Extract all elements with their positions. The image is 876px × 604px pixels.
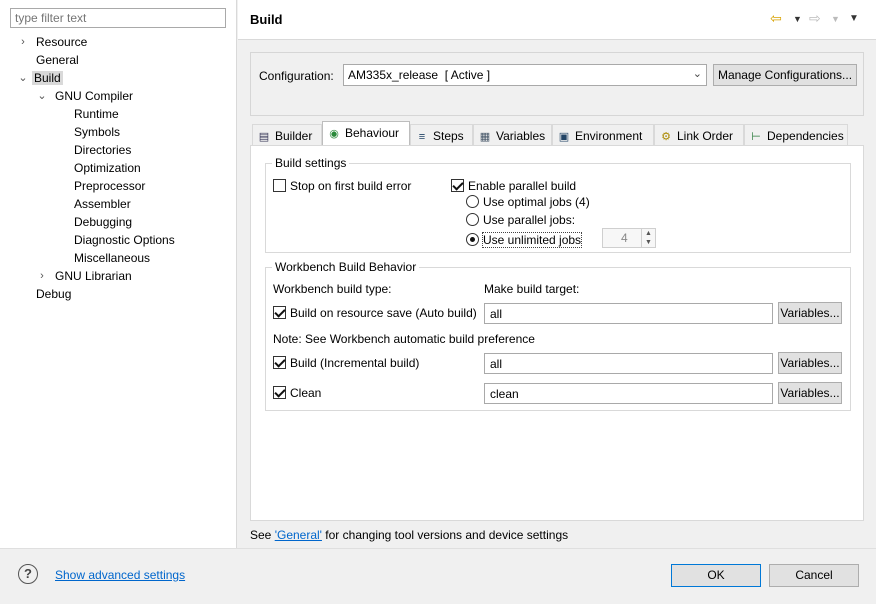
configuration-panel: Configuration: AM335x_release [ Active ]… bbox=[250, 52, 864, 116]
checkbox-checked-icon bbox=[273, 356, 286, 369]
back-arrow-icon[interactable]: ⇦ bbox=[770, 10, 782, 27]
filter-input[interactable] bbox=[10, 8, 226, 28]
tab-builder[interactable]: ▤ Builder bbox=[252, 124, 322, 146]
auto-build-checkbox[interactable]: Build on resource save (Auto build) bbox=[273, 305, 477, 321]
tree-item-optimization[interactable]: Optimization bbox=[72, 159, 143, 177]
parallel-jobs-value: 4 bbox=[621, 231, 628, 245]
auto-build-variables-button[interactable]: Variables... bbox=[778, 302, 842, 324]
use-parallel-jobs-radio[interactable]: Use parallel jobs: bbox=[466, 212, 575, 228]
clean-checkbox[interactable]: Clean bbox=[273, 385, 321, 401]
show-advanced-settings-link[interactable]: Show advanced settings bbox=[55, 568, 185, 582]
tree-item-preprocessor[interactable]: Preprocessor bbox=[72, 177, 147, 195]
page-title: Build bbox=[250, 12, 283, 27]
workbench-build-behavior-title: Workbench Build Behavior bbox=[272, 260, 420, 274]
tree-item-resource[interactable]: › Resource bbox=[21, 33, 89, 51]
help-icon[interactable]: ? bbox=[18, 564, 38, 584]
checkbox-checked-icon bbox=[273, 306, 286, 319]
tree-item-build[interactable]: ⌄ Build bbox=[18, 69, 63, 87]
clean-target-input[interactable]: clean bbox=[484, 383, 773, 404]
use-unlimited-jobs-radio[interactable]: Use unlimited jobs bbox=[466, 232, 583, 248]
radio-checked-icon bbox=[466, 233, 479, 246]
tab-behaviour[interactable]: ◉ Behaviour bbox=[322, 121, 410, 146]
tree-item-gnu-librarian[interactable]: › GNU Librarian bbox=[40, 267, 134, 285]
general-settings-link[interactable]: 'General' bbox=[275, 528, 322, 542]
tree-item-debugging[interactable]: Debugging bbox=[72, 213, 134, 231]
tab-steps[interactable]: ≡ Steps bbox=[410, 124, 473, 146]
enable-parallel-build-checkbox[interactable]: Enable parallel build bbox=[451, 178, 576, 194]
radio-unchecked-icon bbox=[466, 195, 479, 208]
tab-dependencies[interactable]: ⊢ Dependencies bbox=[744, 124, 848, 146]
settings-tree-panel: › Resource General ⌄ Build ⌄ GNU Compile… bbox=[0, 0, 237, 548]
incremental-build-variables-button[interactable]: Variables... bbox=[778, 352, 842, 374]
manage-configurations-button[interactable]: Manage Configurations... bbox=[713, 64, 857, 86]
checkbox-checked-icon bbox=[451, 179, 464, 192]
workbench-build-behavior-group: Workbench Build Behavior Workbench build… bbox=[265, 260, 851, 411]
tree-item-miscellaneous[interactable]: Miscellaneous bbox=[72, 249, 152, 267]
configuration-select[interactable]: AM335x_release [ Active ] ⌄ bbox=[343, 64, 707, 86]
configuration-value: AM335x_release [ Active ] bbox=[348, 68, 491, 82]
radio-unchecked-icon bbox=[466, 213, 479, 226]
make-build-target-label: Make build target: bbox=[484, 282, 580, 296]
tab-environment[interactable]: ▣ Environment bbox=[552, 124, 654, 146]
build-settings-title: Build settings bbox=[272, 156, 350, 170]
tree-item-assembler[interactable]: Assembler bbox=[72, 195, 133, 213]
page-header: Build ⇦ ▼ ⇨ ▼ ▼ bbox=[238, 0, 876, 40]
workbench-note: Note: See Workbench automatic build pref… bbox=[273, 332, 535, 346]
behaviour-icon: ◉ bbox=[329, 128, 339, 140]
forward-arrow-icon[interactable]: ⇨ bbox=[809, 10, 821, 27]
cancel-button[interactable]: Cancel bbox=[769, 564, 859, 587]
tree-item-symbols[interactable]: Symbols bbox=[72, 123, 122, 141]
checkbox-unchecked-icon bbox=[273, 179, 286, 192]
tree-item-directories[interactable]: Directories bbox=[72, 141, 133, 159]
build-settings-group: Build settings Stop on first build error… bbox=[265, 156, 851, 253]
tab-link-order[interactable]: ⚙ Link Order bbox=[654, 124, 744, 146]
chevron-down-icon[interactable]: ⌄ bbox=[36, 87, 48, 105]
forward-menu-chevron-icon[interactable]: ▼ bbox=[831, 14, 840, 24]
parallel-jobs-spinner[interactable]: 4 ▲ ▼ bbox=[602, 228, 656, 248]
dialog-footer: ? Show advanced settings OK Cancel bbox=[0, 548, 876, 604]
chevron-right-icon[interactable]: › bbox=[36, 267, 48, 285]
tree-item-runtime[interactable]: Runtime bbox=[72, 105, 121, 123]
view-menu-icon[interactable]: ▼ bbox=[849, 13, 859, 24]
workbench-build-type-label: Workbench build type: bbox=[273, 282, 392, 296]
tree-item-gnu-compiler[interactable]: ⌄ GNU Compiler bbox=[37, 87, 135, 105]
ok-button[interactable]: OK bbox=[671, 564, 761, 587]
checkbox-checked-icon bbox=[273, 386, 286, 399]
incremental-build-target-input[interactable]: all bbox=[484, 353, 773, 374]
configuration-label: Configuration: bbox=[259, 69, 334, 83]
auto-build-target-input[interactable]: all bbox=[484, 303, 773, 324]
use-optimal-jobs-radio[interactable]: Use optimal jobs (4) bbox=[466, 194, 590, 210]
incremental-build-checkbox[interactable]: Build (Incremental build) bbox=[273, 355, 419, 371]
tree-item-diagnostic-options[interactable]: Diagnostic Options bbox=[72, 231, 177, 249]
tree-item-debug[interactable]: Debug bbox=[34, 285, 73, 303]
chevron-down-icon: ⌄ bbox=[692, 68, 702, 80]
tree-item-general[interactable]: General bbox=[34, 51, 81, 69]
chevron-down-icon[interactable]: ⌄ bbox=[17, 69, 29, 87]
tab-variables[interactable]: ▦ Variables bbox=[473, 124, 552, 146]
spinner-arrows-icon[interactable]: ▲ ▼ bbox=[641, 229, 655, 247]
chevron-right-icon[interactable]: › bbox=[17, 33, 29, 51]
general-settings-note: See 'General' for changing tool versions… bbox=[250, 528, 569, 542]
stop-on-first-error-checkbox[interactable]: Stop on first build error bbox=[273, 178, 411, 194]
clean-variables-button[interactable]: Variables... bbox=[778, 382, 842, 404]
behaviour-tab-panel: Build settings Stop on first build error… bbox=[250, 145, 864, 521]
back-menu-chevron-icon[interactable]: ▼ bbox=[793, 14, 802, 24]
